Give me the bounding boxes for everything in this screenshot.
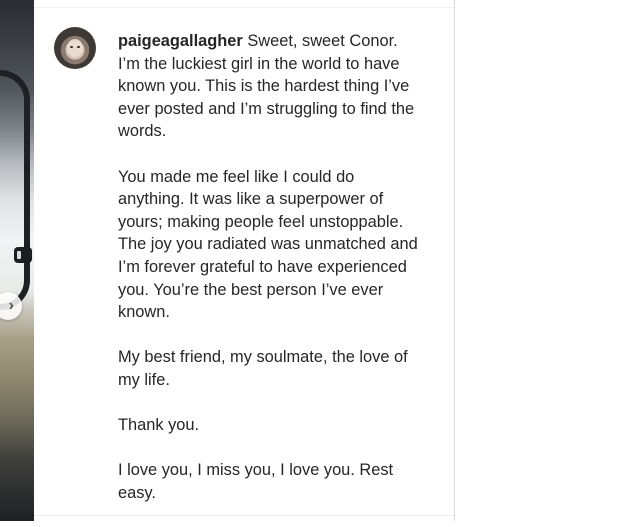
caption-paragraph: Thank you.	[118, 416, 200, 435]
caption-paragraph: paigeagallagher Sweet, sweet Conor. I’m …	[118, 30, 422, 143]
caption-paragraph: I love you, I miss you, I love you. Rest…	[118, 461, 394, 502]
comment-panel: paigeagallagher Sweet, sweet Conor. I’m …	[34, 0, 455, 521]
caption-paragraph: You made me feel like I could do anythin…	[118, 167, 418, 322]
avatar-face	[67, 39, 83, 57]
caption-paragraph: My best friend, my soulmate, the love of…	[118, 348, 408, 389]
avatar-eye	[70, 46, 73, 48]
avatar[interactable]	[54, 27, 96, 69]
chevron-right-icon: ›	[8, 297, 14, 314]
photo-detail	[14, 247, 32, 263]
post-photo	[0, 0, 34, 521]
divider	[34, 7, 454, 8]
divider	[34, 515, 454, 516]
username-link[interactable]: paigeagallagher	[118, 32, 243, 50]
caption-text: paigeagallagher Sweet, sweet Conor. I’m …	[118, 30, 422, 527]
avatar-eye	[77, 46, 80, 48]
photo-frame-detail	[0, 70, 30, 310]
